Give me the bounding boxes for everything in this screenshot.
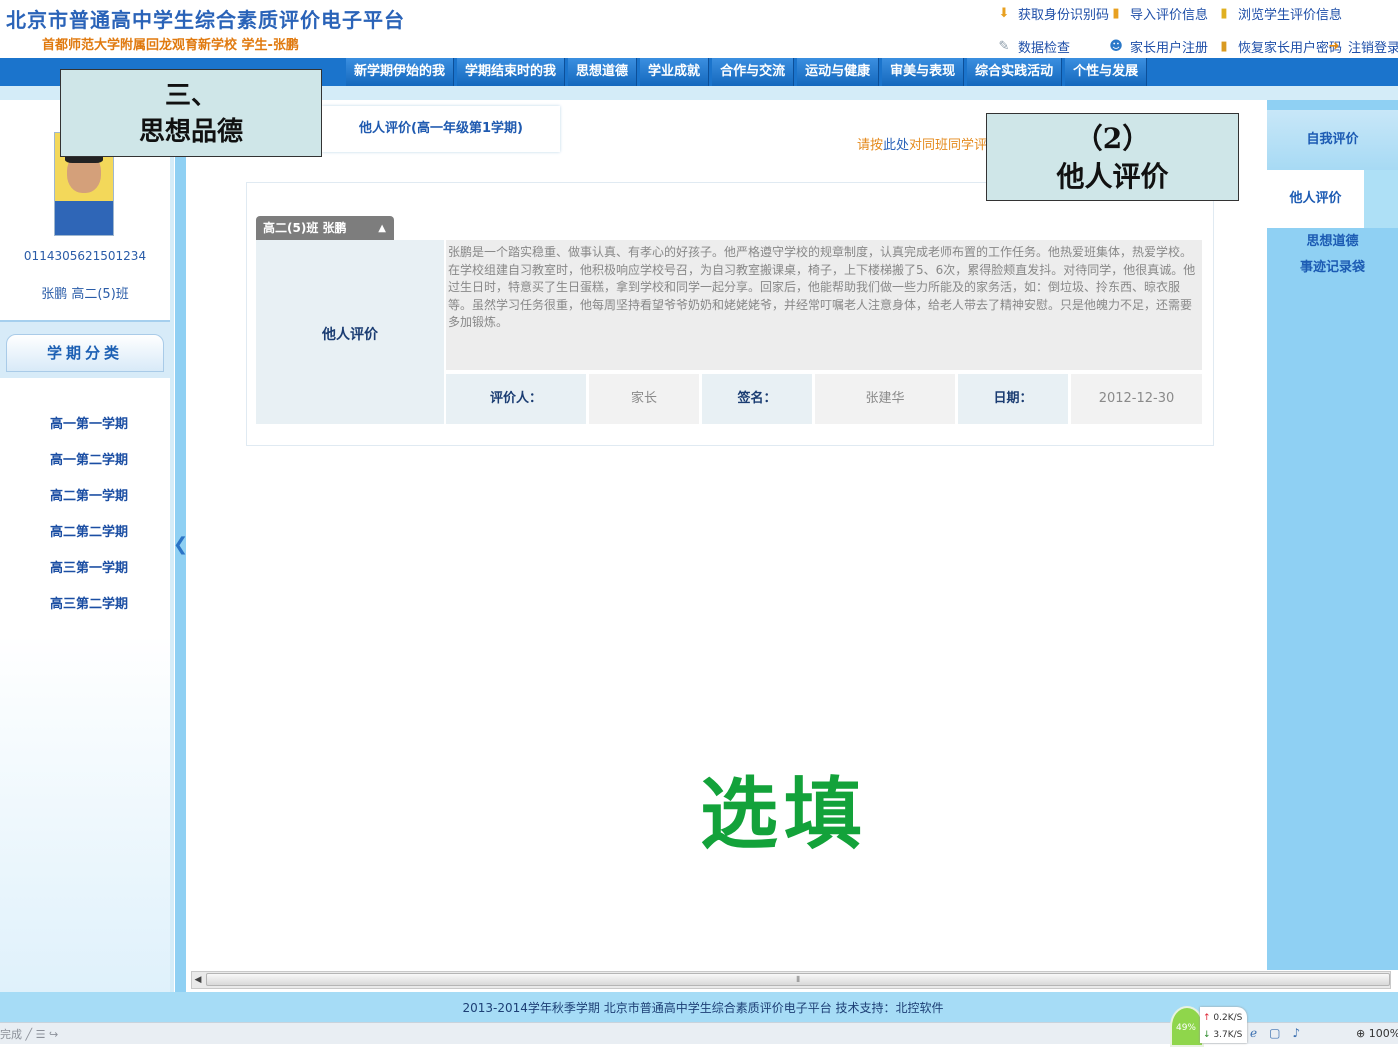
tray-icons: ℯ ▢ ♪ <box>1250 1026 1300 1040</box>
callout-right-line2: 他人评价 <box>1056 160 1169 193</box>
term-item[interactable]: 高三第二学期 <box>0 594 170 630</box>
scrollbar-thumb[interactable]: ⫴ <box>206 973 1390 986</box>
user-key-icon: ☻ <box>1109 38 1123 54</box>
status-text: 完成 ╱ ☰ ↪ <box>0 1026 58 1042</box>
class-tab[interactable]: 高二(5)班 张鹏 ▲ <box>256 216 394 240</box>
right-other-eval[interactable]: 他人评价 <box>1267 170 1398 228</box>
term-item[interactable]: 高二第二学期 <box>0 522 170 558</box>
browse-eval-link[interactable]: ▮ 浏览学生评价信息 <box>1216 4 1343 24</box>
restore-password-link[interactable]: ▮ 恢复家长用户密码 <box>1216 37 1342 57</box>
term-item[interactable]: 高一第一学期 <box>0 414 170 450</box>
import-eval-link[interactable]: ▮ 导入评价信息 <box>1108 4 1209 24</box>
zoom-level[interactable]: ⊕ 100% <box>1356 1027 1398 1040</box>
right-self-eval[interactable]: 自我评价 <box>1267 110 1398 170</box>
ie-icon[interactable]: ℯ <box>1250 1026 1257 1040</box>
nav-item-new-term[interactable]: 新学期伊始的我 <box>346 58 455 86</box>
browse-eval-label: 浏览学生评价信息 <box>1238 8 1343 23</box>
logout-icon: ➜ <box>1328 38 1340 54</box>
window-icon[interactable]: ▢ <box>1269 1026 1280 1040</box>
book-icon: ▮ <box>1220 5 1228 21</box>
parent-register-link[interactable]: ☻ 家长用户注册 <box>1108 37 1209 57</box>
optional-note: 选填 <box>700 770 869 860</box>
callout-right-line1: （2） <box>1074 122 1151 155</box>
get-id-code-label: 获取身份识别码 <box>1018 8 1110 23</box>
callout-left-line2: 思想品德 <box>138 117 243 147</box>
import-icon: ▮ <box>1112 5 1120 21</box>
right-moral-link[interactable]: 思想道德 <box>1267 230 1398 249</box>
get-id-code-link[interactable]: ⬇ 获取身份识别码 <box>996 4 1110 24</box>
key-book-icon: ▮ <box>1220 38 1228 54</box>
speed-percent: 49% <box>1175 1023 1196 1033</box>
nav-item-sports[interactable]: 运动与健康 <box>797 58 880 86</box>
evaluator-key: 评价人： <box>446 374 586 424</box>
term-list: 高一第一学期 高一第二学期 高二第一学期 高二第二学期 高三第一学期 高三第二学… <box>0 414 170 630</box>
peer-link-pre: 请按 <box>857 138 884 153</box>
site-title: 北京市普通高中学生综合素质评价电子平台 <box>6 8 405 32</box>
eval-label: 他人评价 <box>322 327 378 343</box>
nav-item-practice[interactable]: 综合实践活动 <box>967 58 1063 86</box>
signature-key: 签名： <box>702 374 812 424</box>
data-check-label: 数据检查 <box>1018 41 1071 56</box>
date-key: 日期： <box>958 374 1068 424</box>
peer-eval-link[interactable]: 请按此处对同班同学评价 <box>857 134 1000 153</box>
down-arrow-icon: ↓ <box>1203 1030 1211 1040</box>
nav-item-term-end[interactable]: 学期结束时的我 <box>457 58 566 86</box>
scroll-left-icon[interactable]: ◀ <box>191 971 205 989</box>
term-item[interactable]: 高一第二学期 <box>0 450 170 486</box>
term-item[interactable]: 高三第一学期 <box>0 558 170 594</box>
upload-speed: ↑ 0.2K/S <box>1203 1013 1242 1023</box>
eval-text: 张鹏是一个踏实稳重、做事认真、有孝心的好孩子。他严格遵守学校的规章制度，认真完成… <box>448 245 1196 329</box>
collapse-up-icon[interactable]: ▲ <box>378 217 386 241</box>
status-done-label: 完成 <box>0 1028 22 1041</box>
nav-item-academic[interactable]: 学业成就 <box>640 58 710 86</box>
callout-section-moral: 三、 思想品德 <box>60 69 322 157</box>
nav-item-cooperation[interactable]: 合作与交流 <box>712 58 795 86</box>
tool-icon: ✎ <box>998 38 1010 54</box>
nav-item-personality[interactable]: 个性与发展 <box>1065 58 1148 86</box>
speaker-icon[interactable]: ♪ <box>1292 1026 1300 1040</box>
student-id: 0114305621501234 <box>23 249 147 263</box>
zoom-icon: ⊕ <box>1356 1027 1366 1040</box>
collapse-sidebar-icon[interactable]: ❮ <box>173 534 188 555</box>
callout-other-eval: （2） 他人评价 <box>986 113 1239 201</box>
logout-link[interactable]: ➜ 注销登录 <box>1326 37 1398 57</box>
download-arrow-icon: ⬇ <box>998 5 1010 21</box>
import-eval-label: 导入评价信息 <box>1130 8 1209 23</box>
download-speed: ↓ 3.7K/S <box>1203 1030 1242 1040</box>
logout-label: 注销登录 <box>1348 41 1398 56</box>
parent-register-label: 家长用户注册 <box>1130 41 1209 56</box>
school-student-label: 首都师范大学附属回龙观育新学校 学生-张鹏 <box>42 38 299 53</box>
up-arrow-icon: ↑ <box>1203 1013 1211 1023</box>
share-icon: ↪ <box>48 1028 59 1041</box>
class-tab-label: 高二(5)班 张鹏 <box>263 221 347 235</box>
download-speed-value: 3.7K/S <box>1213 1030 1243 1040</box>
term-item[interactable]: 高二第一学期 <box>0 486 170 522</box>
peer-link-here[interactable]: 此处 <box>883 138 909 153</box>
list-icon: ☰ <box>35 1028 49 1041</box>
tab-other-evaluation[interactable]: 他人评价(高一年级第1学期) <box>322 106 560 152</box>
zoom-value: 100% <box>1368 1027 1398 1040</box>
evaluator-value: 家长 <box>589 374 699 424</box>
pen-icon: ╱ <box>25 1028 36 1041</box>
callout-left-line1: 三、 <box>164 81 217 111</box>
data-check-link[interactable]: ✎ 数据检查 <box>996 37 1071 57</box>
upload-speed-value: 0.2K/S <box>1213 1013 1243 1023</box>
nav-item-aesthetics[interactable]: 审美与表现 <box>882 58 965 86</box>
date-value: 2012-12-30 <box>1071 374 1202 424</box>
signature-value: 张建华 <box>815 374 955 424</box>
student-class: 张鹏 高二(5)班 <box>41 287 129 302</box>
nav-item-moral[interactable]: 思想道德 <box>568 58 638 86</box>
term-category-header: 学期分类 <box>6 334 164 372</box>
right-records-link[interactable]: 事迹记录袋 <box>1267 256 1398 275</box>
